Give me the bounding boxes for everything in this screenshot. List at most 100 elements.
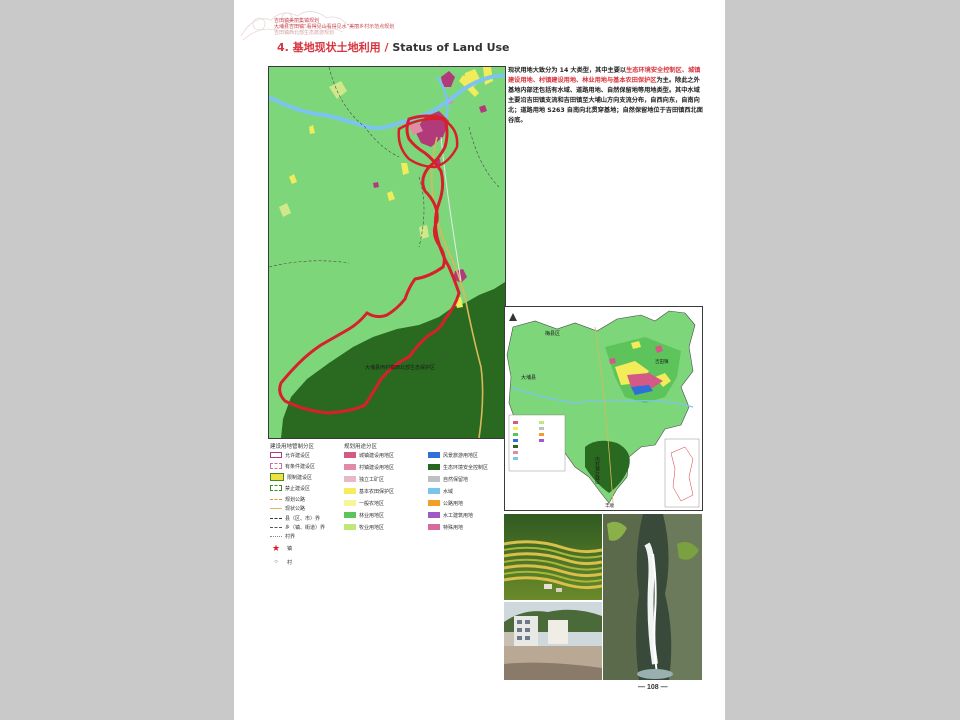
regional-inset-graphic: 梅县区 大埔县 吉田镇 丙村镇行政区 丰顺 bbox=[505, 307, 702, 510]
legend-item: 水域 bbox=[428, 487, 453, 495]
legend-swatch bbox=[428, 500, 440, 506]
legend-label: 风景旅游用地区 bbox=[443, 452, 479, 459]
legend-item: 乡（镇、街道）界 bbox=[270, 523, 325, 531]
zone-label: 大埔县丙村镇西北部生态保护区 bbox=[365, 364, 435, 371]
legend-item: 一般农地区 bbox=[344, 499, 384, 507]
legend-item: 村界 bbox=[270, 532, 295, 540]
legend-item: 牧业用地区 bbox=[344, 523, 384, 531]
legend-item: 生态环境安全控制区 bbox=[428, 463, 488, 471]
legend-label: 村界 bbox=[285, 533, 296, 540]
legend-label: 允许建设区 bbox=[285, 452, 311, 459]
legend-swatch bbox=[270, 485, 282, 491]
legend-item: ★ 镇 bbox=[270, 543, 293, 553]
map-legend: 建设用地管制分区 规划用途分区 允许建设区 有条件建设区 限制建设区 禁止建设区… bbox=[268, 440, 508, 575]
legend-item: 基本农田保护区 bbox=[344, 487, 394, 495]
legend-swatch bbox=[270, 498, 282, 500]
legend-swatch bbox=[428, 464, 440, 470]
legend-label: 生态环境安全控制区 bbox=[443, 464, 489, 471]
section-title-zh: 4. 基地现状土地利用 bbox=[277, 41, 381, 54]
legend-label: 村 bbox=[287, 559, 293, 566]
legend-label: 县（区、市）界 bbox=[285, 515, 321, 522]
legend-label: 禁止建设区 bbox=[285, 485, 311, 492]
inset-east-label: 吉田镇 bbox=[655, 358, 669, 365]
legend-swatch bbox=[270, 507, 282, 509]
intro-part-2: 为主。除此之外基地内部还包括有水域、道路用地、自然保留地等用地类型。其中水域主要… bbox=[508, 77, 703, 124]
legend-item: 规划公路 bbox=[270, 495, 305, 503]
legend-label: 一般农地区 bbox=[359, 500, 385, 507]
legend-label: 自然保留地 bbox=[443, 476, 469, 483]
legend-item: 限制建设区 bbox=[270, 473, 312, 481]
legend-swatch bbox=[270, 473, 284, 481]
legend-swatch bbox=[344, 500, 356, 506]
legend-swatch bbox=[428, 452, 440, 458]
legend-swatch bbox=[344, 452, 356, 458]
legend-item: 林业用地区 bbox=[344, 511, 384, 519]
legend-label: 城镇建设用地区 bbox=[359, 452, 395, 459]
land-use-map-graphic: 大埔县丙村镇西北部生态保护区 bbox=[269, 67, 505, 438]
legend-label: 乡（镇、街道）界 bbox=[285, 524, 326, 531]
header-line-3: 吉田镇西北部生态旅游规划 bbox=[274, 30, 335, 36]
legend-swatch bbox=[344, 488, 356, 494]
legend-item: 特殊用地 bbox=[428, 523, 463, 531]
legend-label: 特殊用地 bbox=[443, 524, 464, 531]
legend-swatch bbox=[270, 452, 282, 458]
legend-item: 独立工矿区 bbox=[344, 475, 384, 483]
inset-north-label: 梅县区 bbox=[545, 330, 560, 337]
legend-label: 现状公路 bbox=[285, 505, 306, 512]
legend-label: 林业用地区 bbox=[359, 512, 385, 519]
star-icon: ★ bbox=[271, 543, 281, 553]
legend-swatch bbox=[270, 535, 282, 537]
legend-swatch bbox=[428, 524, 440, 530]
legend-label: 规划公路 bbox=[285, 496, 306, 503]
legend-swatch bbox=[344, 464, 356, 470]
legend-item: 城镇建设用地区 bbox=[344, 451, 394, 459]
section-title-en: Status of Land Use bbox=[392, 41, 510, 54]
legend-swatch bbox=[270, 517, 282, 519]
legend-label: 村镇建设用地区 bbox=[359, 464, 395, 471]
legend-swatch bbox=[344, 476, 356, 482]
regional-inset-map: 梅县区 大埔县 吉田镇 丙村镇行政区 丰顺 bbox=[504, 306, 703, 511]
legend-item: 水工建筑用地 bbox=[428, 511, 473, 519]
inset-side-label: 丙村镇行政区 bbox=[595, 457, 600, 485]
legend-label: 基本农田保护区 bbox=[359, 488, 395, 495]
legend-label: 独立工矿区 bbox=[359, 476, 385, 483]
inset-west-label: 大埔县 bbox=[521, 374, 536, 381]
section-title: 4. 基地现状土地利用 / Status of Land Use bbox=[277, 39, 510, 55]
legend-item: ○ 村 bbox=[270, 558, 292, 566]
legend-col1-title: 建设用地管制分区 bbox=[270, 444, 315, 450]
section-title-separator: / bbox=[380, 41, 393, 54]
inset-bottom-label: 丰顺 bbox=[605, 502, 614, 509]
legend-col2-title: 规划用途分区 bbox=[344, 444, 378, 450]
legend-swatch bbox=[428, 476, 440, 482]
photo-village bbox=[504, 602, 602, 680]
legend-label: 有条件建设区 bbox=[285, 463, 316, 470]
photo-waterfall bbox=[603, 514, 702, 680]
land-use-map: 大埔县丙村镇西北部生态保护区 bbox=[268, 66, 506, 439]
legend-swatch bbox=[344, 524, 356, 530]
legend-item: 有条件建设区 bbox=[270, 462, 315, 470]
legend-item: 禁止建设区 bbox=[270, 484, 310, 492]
legend-swatch bbox=[428, 488, 440, 494]
legend-label: 镇 bbox=[287, 545, 293, 552]
legend-item: 现状公路 bbox=[270, 504, 305, 512]
legend-swatch bbox=[344, 512, 356, 518]
legend-label: 牧业用地区 bbox=[359, 524, 385, 531]
page-number: — 108 — bbox=[638, 684, 668, 691]
legend-item: 风景旅游用地区 bbox=[428, 451, 478, 459]
legend-swatch bbox=[270, 463, 282, 469]
legend-label: 水域 bbox=[443, 488, 454, 495]
legend-item: 村镇建设用地区 bbox=[344, 463, 394, 471]
legend-swatch bbox=[428, 512, 440, 518]
legend-swatch bbox=[270, 526, 282, 528]
legend-item: 县（区、市）界 bbox=[270, 514, 320, 522]
photo-terraces bbox=[504, 514, 602, 600]
document-page: 吉田镇美丽集镇规划 大埔县吉田镇“看得见山看得见水”美丽乡村示范点规划 吉田镇西… bbox=[234, 0, 725, 720]
circle-icon: ○ bbox=[274, 559, 278, 565]
legend-item: 自然保留地 bbox=[428, 475, 468, 483]
legend-label: 水工建筑用地 bbox=[443, 512, 474, 519]
legend-label: 限制建设区 bbox=[287, 474, 313, 481]
legend-label: 公路用地 bbox=[443, 500, 464, 507]
intro-paragraph: 现状用地大致分为 14 大类型，其中主要以生态环境安全控制区、城镇建设用地、村镇… bbox=[508, 66, 704, 126]
legend-item: 公路用地 bbox=[428, 499, 463, 507]
intro-part-1: 现状用地大致分为 14 大类型，其中主要以 bbox=[508, 67, 627, 74]
